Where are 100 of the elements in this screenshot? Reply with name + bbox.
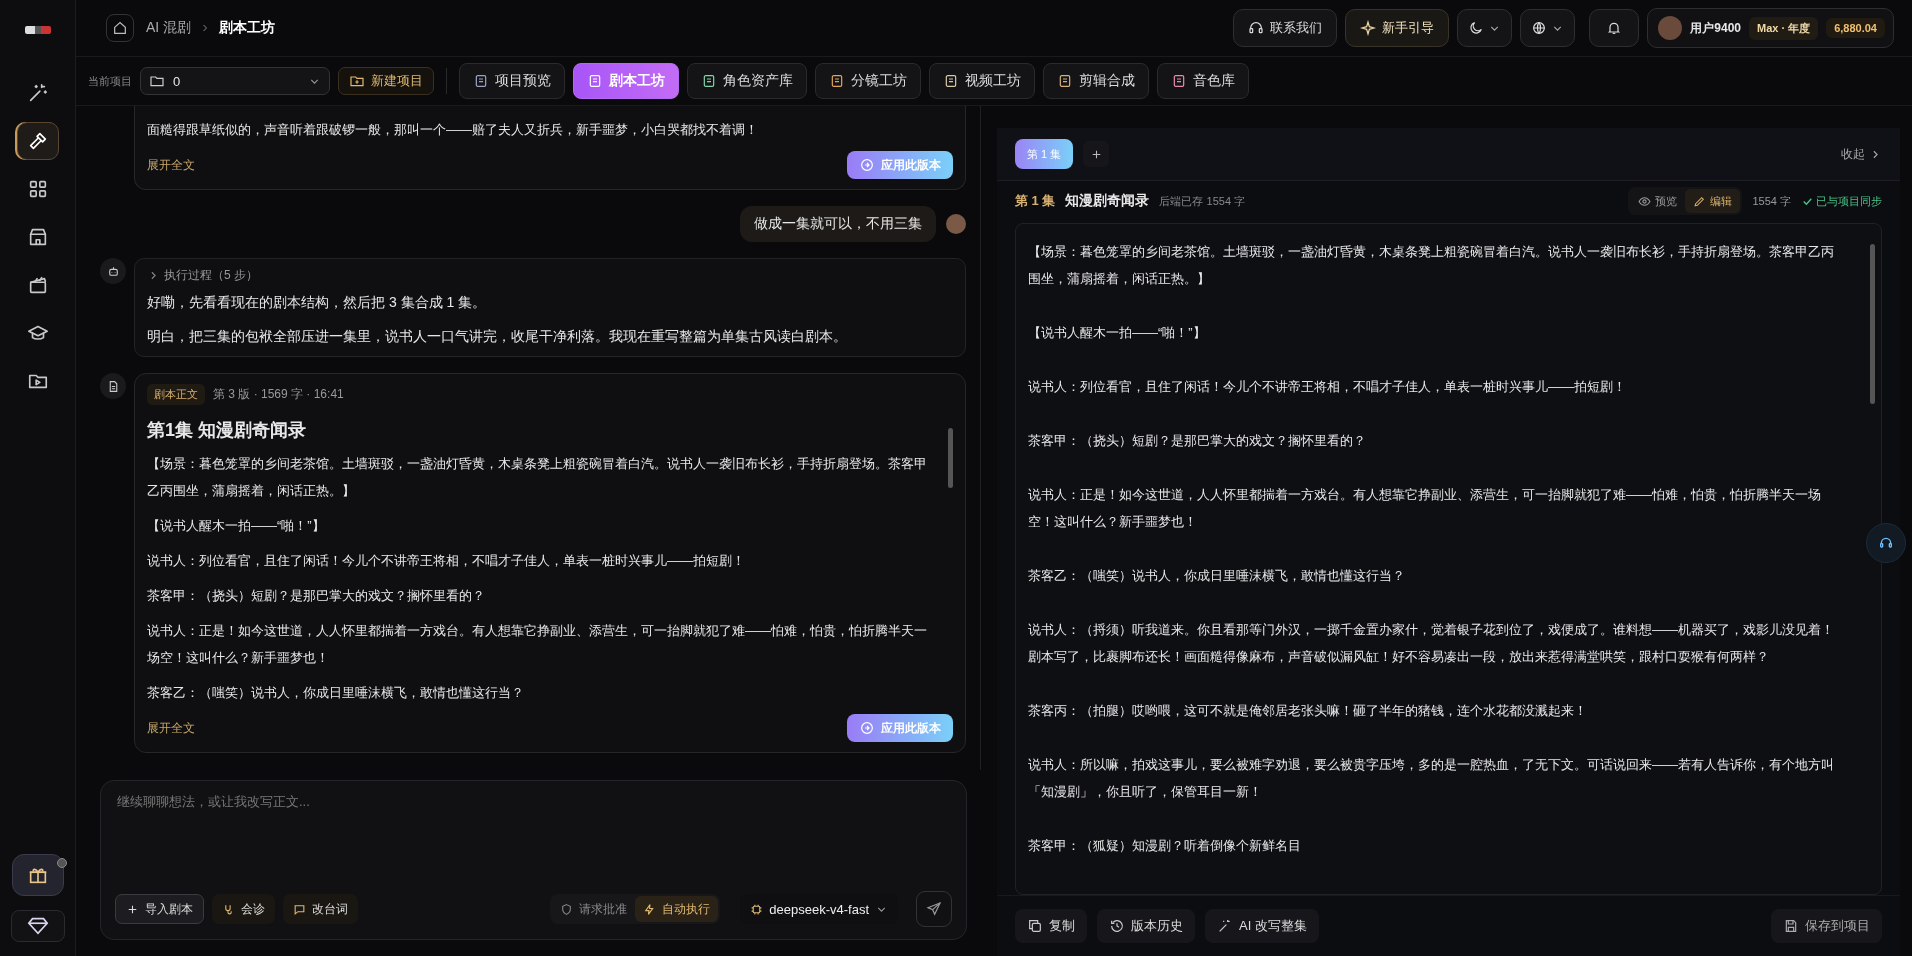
script-paragraph: 茶客甲：（狐疑）知漫剧？听着倒像个新鲜名目: [1028, 837, 1302, 855]
notifications-button[interactable]: [1589, 9, 1640, 47]
user-message: 做成一集就可以，不用三集: [740, 206, 936, 242]
user-avatar-icon: [946, 214, 966, 234]
project-label: 当前项目: [88, 73, 132, 89]
version-meta: 第 3 版 · 1569 字 · 16:41: [213, 385, 344, 403]
message-input-box[interactable]: 继续聊聊想法，或让我改写正文... 导入剧本 会诊 改台词 请求批准 自动执行 deepseek-v4-fast: [100, 780, 967, 940]
module-tab[interactable]: 剪辑合成: [1043, 63, 1149, 99]
script-text-area[interactable]: [1015, 223, 1882, 895]
theme-toggle-button[interactable]: [1457, 9, 1513, 47]
copy-icon: [1027, 918, 1043, 934]
project-select[interactable]: 0: [140, 67, 330, 95]
word-count: 1554 字: [1752, 193, 1791, 209]
mode-option[interactable]: 自动执行: [635, 896, 719, 922]
home-button[interactable]: [106, 14, 134, 42]
script-paragraph: 【场景：暮色笼罩的乡间老茶馆。土墙斑驳，一盏油灯昏黄，木桌条凳上粗瓷碗冒着白汽。说书人一袭旧布长衫，手持折扇登场。茶客甲乙丙围坐，蒲扇摇着，闲话正热。】: [147, 455, 928, 500]
document-avatar-icon: [100, 373, 126, 399]
contact-button[interactable]: 联系我们: [1233, 9, 1338, 47]
expand-link[interactable]: 展开全文: [147, 156, 195, 174]
eye-icon: [1638, 194, 1652, 208]
new-project-button[interactable]: 新建项目: [338, 67, 434, 95]
assistant-message-text: 明白，把三集的包袱全部压进一集里，说书人一口气讲完，收尾干净利落。我现在重写整篇为单集古风读白剧本。: [147, 327, 848, 346]
editor-action-button[interactable]: 版本历史: [1097, 909, 1195, 943]
execution-steps-toggle[interactable]: 执行过程（5 步）: [147, 267, 258, 284]
history-icon: [1109, 918, 1125, 934]
user-name[interactable]: 用户9400: [1690, 19, 1741, 37]
globe-icon: [1531, 20, 1548, 36]
script-paragraph: 茶客乙：（嗤笑）说书人，你成日里唾沫横飞，敢情也懂这行当？: [147, 684, 525, 702]
script-paragraph: 说书人：正是！如今这世道，人人怀里都揣着一方戏台。有人想靠它挣副业、添营生，可一抬脚就犯了难——怕难，怕贵，怕折腾半天一场空！这叫什么？新手噩梦也！: [147, 622, 928, 667]
support-headset-button[interactable]: [1866, 523, 1906, 563]
script-title: 第1集 知漫剧奇闻录: [147, 419, 307, 442]
module-tab[interactable]: 音色库: [1157, 63, 1249, 99]
module-tab[interactable]: 视频工坊: [929, 63, 1035, 99]
scrollbar-thumb[interactable]: [948, 428, 953, 488]
magic-wand-icon: [1217, 918, 1233, 934]
composer-action-button[interactable]: 导入剧本: [115, 894, 204, 924]
breadcrumb-link[interactable]: AI 混剧: [146, 19, 192, 37]
bell-icon: [1606, 20, 1623, 36]
language-button[interactable]: [1520, 9, 1576, 47]
diamond-icon: [26, 915, 49, 937]
headset-icon: [1878, 535, 1894, 551]
app-logo[interactable]: [24, 26, 51, 34]
composer-action-button[interactable]: 改台词: [283, 894, 358, 924]
collapse-button[interactable]: 收起: [1841, 145, 1882, 163]
script-paragraph: 说书人：正是！如今这世道，人人怀里都揣着一方戏台。有人想靠它挣副业、添营生，可一抬脚就犯了难——怕难，怕贵，怕折腾半天一场空！这叫什么？新手噩梦也！: [1028, 486, 1822, 531]
sync-status: 已与项目同步: [1816, 193, 1882, 209]
episode-title: 知漫剧奇闻录: [1065, 192, 1150, 210]
message-input[interactable]: 继续聊聊想法，或让我改写正文...: [115, 791, 952, 891]
plan-badge: Max · 年度: [1749, 16, 1819, 40]
editor-action-button[interactable]: 复制: [1015, 909, 1087, 943]
script-paragraph: 说书人：（捋须）听我道来。你且看那等门外汉，一掷千金置办家什，觉着银子花到位了，戏便成了。谁料想——机器买了，戏影儿没见着！剧本写了，比裹脚布还长！画面糙得像麻布，声音破似漏风缸！好不容易凑出一段，放出来惹得满堂哄笑，跟村口耍猴有何两样？: [1028, 621, 1835, 666]
script-paragraph: 说书人：列位看官，且住了闲话！今儿个不讲帝王将相，不唱才子佳人，单表一桩时兴事儿——拍短剧！: [147, 552, 746, 570]
arrow-circle-icon: [859, 720, 875, 736]
speech-bubble-icon: [293, 902, 306, 916]
script-paragraph: 茶客甲：（挠头）短剧？是那巴掌大的戏文？搁怀里看的？: [1028, 432, 1367, 450]
diamond-button[interactable]: [10, 910, 65, 942]
arrow-circle-icon: [859, 157, 875, 173]
robot-avatar-icon: [100, 258, 126, 284]
script-paragraph: 茶客丙：（拍腿）哎哟喂，这可不就是俺邻居老张头嘛！砸了半年的猪钱，连个水花都没溅起来！: [1028, 702, 1588, 720]
assistant-message-text: 好嘞，先看看现在的剧本结构，然后把 3 集合成 1 集。: [147, 293, 488, 312]
editor-action-button[interactable]: AI 改写整集: [1205, 909, 1319, 943]
save-to-project-button[interactable]: 保存到项目: [1771, 909, 1882, 943]
chip-icon: [750, 902, 764, 916]
scrollbar-thumb[interactable]: [1870, 244, 1875, 404]
folder-plus-icon: [349, 73, 365, 89]
episode-number: 第 1 集: [1015, 192, 1056, 210]
script-paragraph: 说书人：所以嘛，拍戏这事儿，要么被难字劝退，要么被贵字压垮，多的是一腔热血，了无下文。可话说回来——若有人告诉你，有个地方叫「知漫剧」，你且听了，保管耳目一新！: [1028, 756, 1835, 801]
script-paragraph: 茶客甲：（挠头）短剧？是那巴掌大的戏文？搁怀里看的？: [147, 587, 486, 605]
script-badge: 剧本正文: [147, 383, 205, 405]
script-paragraph: 【说书人醒木一拍——“啪！”】: [1028, 324, 1207, 342]
script-paragraph: 【场景：暮色笼罩的乡间老茶馆。土墙斑驳，一盏油灯昏黄，木桌条凳上粗瓷碗冒着白汽。说书人一袭旧布长衫，手持折扇登场。茶客甲乙丙围坐，蒲扇摇着，闲话正热。】: [1028, 243, 1835, 288]
mode-option[interactable]: 请求批准: [552, 896, 636, 922]
module-tab[interactable]: 分镜工坊: [815, 63, 921, 99]
sidebar-nav-button[interactable]: [16, 122, 59, 160]
saved-status: 后端已存 1554 字: [1159, 193, 1246, 209]
stethoscope-icon: [222, 902, 235, 916]
headset-icon: [1248, 20, 1265, 36]
script-paragraph: 茶客乙：（嗤笑）说书人，你成日里唾沫横飞，敢情也懂这行当？: [1028, 567, 1406, 585]
script-paragraph: 说书人：列位看官，且住了闲话！今儿个不讲帝王将相，不唱才子佳人，单表一桩时兴事儿——拍短剧！: [1028, 378, 1627, 396]
module-tab[interactable]: 项目预览: [459, 63, 565, 99]
folder-icon: [149, 73, 165, 89]
document-icon: [587, 73, 603, 89]
send-icon: [926, 901, 942, 917]
guide-button[interactable]: 新手引导: [1345, 9, 1450, 47]
view-option[interactable]: 预览: [1630, 189, 1686, 213]
moon-icon: [1468, 20, 1485, 36]
send-button[interactable]: [916, 891, 952, 927]
composer-action-button[interactable]: 会诊: [212, 894, 275, 924]
module-tab[interactable]: 角色资产库: [687, 63, 807, 99]
home-icon: [112, 20, 128, 36]
view-option[interactable]: 编辑: [1685, 189, 1741, 213]
expand-link[interactable]: 展开全文: [147, 719, 195, 737]
script-paragraph: 【说书人醒木一拍——“啪！”】: [147, 517, 326, 535]
credits-badge: 6,880.04: [1826, 18, 1885, 38]
sparkle-icon: [1360, 20, 1377, 36]
pencil-icon: [1693, 194, 1707, 208]
script-paragraph: 面糙得跟草纸似的，声音听着跟破锣一般，那叫一个——赔了夫人又折兵，新手噩梦，小白哭都找不着调！: [147, 121, 759, 139]
gift-button[interactable]: [11, 854, 64, 896]
breadcrumb-current: 剧本工坊: [219, 19, 276, 37]
shield-icon: [560, 902, 574, 916]
